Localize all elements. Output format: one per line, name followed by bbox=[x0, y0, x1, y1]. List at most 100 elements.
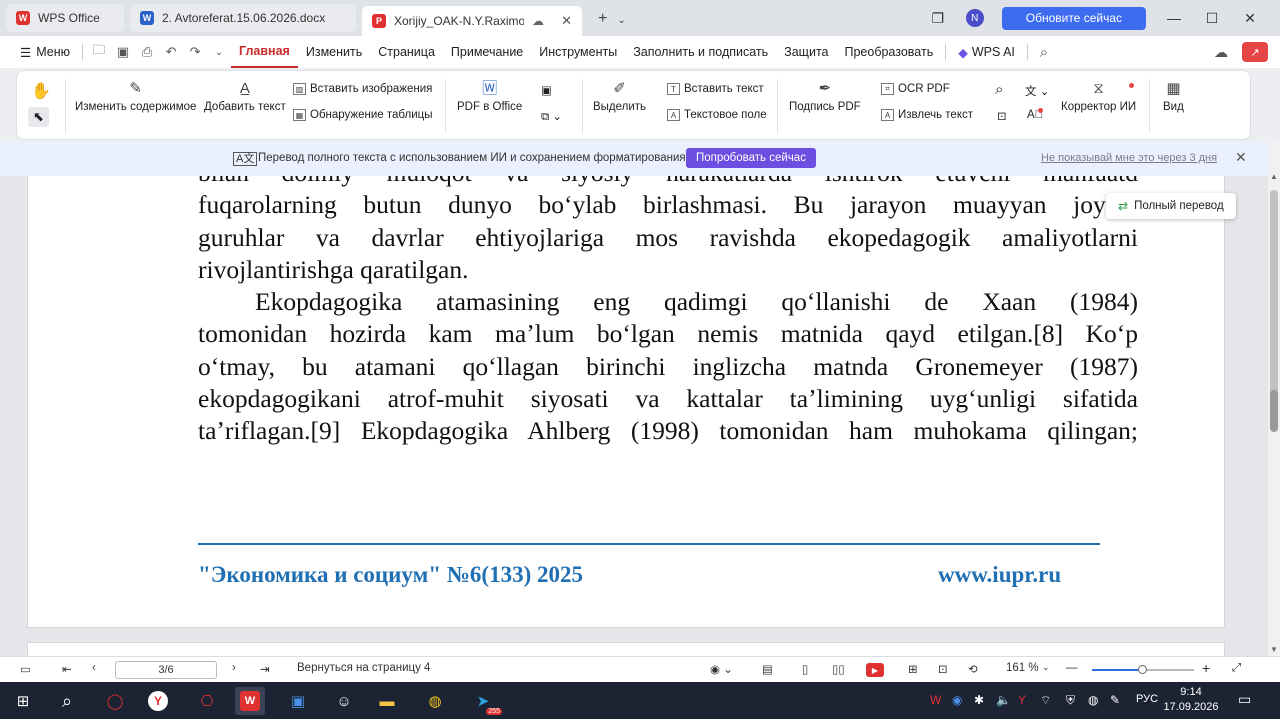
window-restore-icon[interactable]: ❐ bbox=[928, 10, 948, 27]
chat-icon[interactable]: ☺ bbox=[329, 687, 359, 715]
hand-tool-icon[interactable]: ✋ bbox=[31, 81, 51, 101]
select-button[interactable]: ✐ Выделить bbox=[593, 81, 646, 114]
eye-icon[interactable]: ◉ ⌄ bbox=[710, 662, 733, 676]
tab-home[interactable]: Главная bbox=[231, 36, 298, 68]
tab-protect[interactable]: Защита bbox=[776, 36, 836, 68]
expand-icon[interactable]: ⤢ bbox=[1232, 662, 1241, 675]
tab-edit[interactable]: Изменить bbox=[298, 36, 370, 68]
vertical-scrollbar[interactable]: ▲ ▼ bbox=[1268, 142, 1280, 656]
sign-pdf-button[interactable]: ✒ Подпись PDF bbox=[789, 81, 861, 114]
chrome-icon[interactable]: ◍ bbox=[420, 687, 450, 715]
fit-page-icon[interactable]: ▤ bbox=[762, 662, 773, 676]
yandex-tray-icon[interactable]: Y bbox=[1018, 693, 1026, 707]
search-icon[interactable]: ⌕ bbox=[52, 687, 82, 715]
acrobat-icon[interactable]: ⎔ bbox=[192, 687, 222, 715]
opera-icon[interactable]: ◯ bbox=[100, 687, 130, 715]
language-indicator[interactable]: РУС bbox=[1136, 693, 1158, 705]
scan-icon[interactable]: ⊡ bbox=[997, 109, 1007, 123]
scroll-up-icon[interactable]: ▲ bbox=[1270, 172, 1278, 181]
edit-content-button[interactable]: ✎ Изменить содержимое bbox=[75, 81, 196, 114]
bluetooth-icon[interactable]: ✱ bbox=[974, 693, 984, 707]
last-page-icon[interactable]: ⇥ bbox=[260, 662, 270, 676]
scrollbar-thumb[interactable] bbox=[1270, 390, 1278, 432]
update-tray-icon[interactable]: ◉ bbox=[952, 693, 962, 707]
security-icon[interactable]: ⛨ bbox=[1066, 693, 1075, 708]
telegram-icon[interactable]: ➤ 255 bbox=[468, 687, 502, 715]
cloud-sync-icon[interactable]: ☁ bbox=[1214, 44, 1228, 61]
share-icon[interactable]: ↗ bbox=[1242, 42, 1268, 62]
detect-tables-button[interactable]: ▦ Обнаружение таблицы bbox=[293, 109, 432, 121]
search-icon[interactable]: ⌕ bbox=[995, 81, 1003, 98]
tab-wps-ai[interactable]: ◆ WPS AI bbox=[950, 36, 1023, 68]
maximize-icon[interactable]: ☐ bbox=[1202, 10, 1222, 27]
ocr-pdf-button[interactable]: ⌗ OCR PDF bbox=[881, 83, 950, 95]
ai-corrector-button[interactable]: ⧖ Корректор ИИ bbox=[1061, 81, 1136, 114]
tab-fill-sign[interactable]: Заполнить и подписать bbox=[625, 36, 776, 68]
open-folder-icon[interactable]: 🗀 bbox=[87, 41, 111, 63]
zoom-in-icon[interactable]: + bbox=[1202, 660, 1210, 676]
close-icon[interactable]: ✕ bbox=[561, 13, 572, 29]
zoom-out-icon[interactable]: — bbox=[1066, 662, 1078, 674]
close-icon[interactable]: ✕ bbox=[1235, 149, 1247, 166]
wps-office-icon[interactable]: W bbox=[235, 687, 265, 715]
next-page-icon[interactable]: › bbox=[232, 662, 236, 674]
tab-avtoreferat[interactable]: W 2. Avtoreferat.15.06.2026.docx bbox=[130, 4, 356, 32]
dont-show-link[interactable]: Не показывай мне это через 3 дня bbox=[1041, 152, 1217, 164]
tab-wps-office[interactable]: W WPS Office bbox=[6, 4, 124, 32]
fit-width-icon[interactable]: ⊞ bbox=[908, 662, 918, 676]
clock[interactable]: 9:14 17.09.2026 bbox=[1163, 685, 1219, 715]
insert-text-button[interactable]: T Вставить текст bbox=[667, 83, 764, 95]
add-text-button[interactable]: A̲ Добавить текст bbox=[204, 81, 286, 114]
zoom-dropdown-icon[interactable]: ⌄ bbox=[1042, 662, 1050, 673]
text-field-button[interactable]: A Текстовое поле bbox=[667, 109, 767, 121]
tab-pdf-document[interactable]: P Xorijiy_OAK-N.Y.Raximova_2 ☁ ✕ bbox=[362, 6, 582, 36]
volume-icon[interactable]: 🔈 bbox=[996, 693, 1011, 707]
close-window-icon[interactable]: ✕ bbox=[1240, 10, 1260, 27]
pen-icon[interactable]: ✎ bbox=[1110, 693, 1120, 707]
redo-icon[interactable]: ↷ bbox=[183, 44, 207, 60]
tab-comment[interactable]: Примечание bbox=[443, 36, 531, 68]
wps-tray-icon[interactable]: W bbox=[930, 693, 941, 707]
save-icon[interactable]: ▣ bbox=[111, 44, 135, 60]
document-viewport[interactable]: bilan doimiy muloqot va siyosiy harakatl… bbox=[0, 176, 1268, 656]
play-icon[interactable]: ▶ bbox=[866, 663, 884, 677]
rotate-icon[interactable]: ⟲ bbox=[968, 662, 978, 676]
avatar[interactable]: N bbox=[965, 9, 984, 27]
tab-page[interactable]: Страница bbox=[370, 36, 443, 68]
full-translation-button[interactable]: ⇄ Полный перевод bbox=[1106, 193, 1236, 219]
try-now-button[interactable]: Попробовать сейчас bbox=[686, 148, 816, 168]
zoom-slider-handle[interactable] bbox=[1138, 665, 1147, 674]
extract-text-button[interactable]: A Извлечь текст bbox=[881, 109, 973, 121]
undo-icon[interactable]: ↶ bbox=[159, 44, 183, 60]
search-icon[interactable]: ⌕ bbox=[1032, 44, 1056, 61]
tab-convert[interactable]: Преобразовать bbox=[836, 36, 941, 68]
scroll-down-icon[interactable]: ▼ bbox=[1270, 645, 1278, 654]
pdf-to-office-button[interactable]: 🅆 PDF в Office bbox=[457, 81, 522, 114]
tab-tools[interactable]: Инструменты bbox=[531, 36, 625, 68]
back-to-page-link[interactable]: Вернуться на страницу 4 bbox=[297, 662, 430, 674]
minimize-icon[interactable]: — bbox=[1164, 10, 1184, 26]
chevron-down-icon[interactable]: ⌄ bbox=[617, 15, 625, 26]
page-number-input[interactable]: 3/6 bbox=[115, 661, 217, 679]
prev-page-icon[interactable]: ‹ bbox=[92, 662, 96, 674]
file-explorer-icon[interactable]: ▬ bbox=[372, 687, 402, 715]
main-menu-button[interactable]: ☰ Меню bbox=[0, 36, 78, 68]
notifications-icon[interactable]: ▭ bbox=[1238, 691, 1251, 708]
print-icon[interactable]: ⎙ bbox=[135, 44, 159, 60]
sidebar-toggle-icon[interactable]: ▭ bbox=[20, 662, 31, 676]
translate-icon[interactable]: 文 ⌄ bbox=[1025, 83, 1049, 99]
first-page-icon[interactable]: ⇤ bbox=[62, 662, 72, 676]
update-now-button[interactable]: Обновите сейчас bbox=[1001, 6, 1146, 30]
zoom-level[interactable]: 161 % bbox=[1006, 662, 1039, 674]
chevron-down-icon[interactable]: ⌄ bbox=[207, 47, 231, 58]
insert-images-button[interactable]: ▨ Вставить изображения bbox=[293, 83, 432, 95]
single-page-icon[interactable]: ▯ bbox=[802, 662, 808, 676]
windows-start-icon[interactable]: ⊞ bbox=[8, 687, 38, 715]
chrome-tray-icon[interactable]: ◍ bbox=[1088, 693, 1098, 707]
fullscreen-fit-icon[interactable]: ⊡ bbox=[938, 662, 948, 676]
two-page-icon[interactable]: ▯▯ bbox=[832, 662, 845, 676]
yandex-browser-icon[interactable]: Y bbox=[143, 687, 173, 715]
app-icon[interactable]: ▣ bbox=[283, 687, 313, 715]
copy-convert-icon[interactable]: ⧉ ⌄ bbox=[541, 109, 562, 124]
image-convert-icon[interactable]: ▣ bbox=[541, 83, 552, 97]
